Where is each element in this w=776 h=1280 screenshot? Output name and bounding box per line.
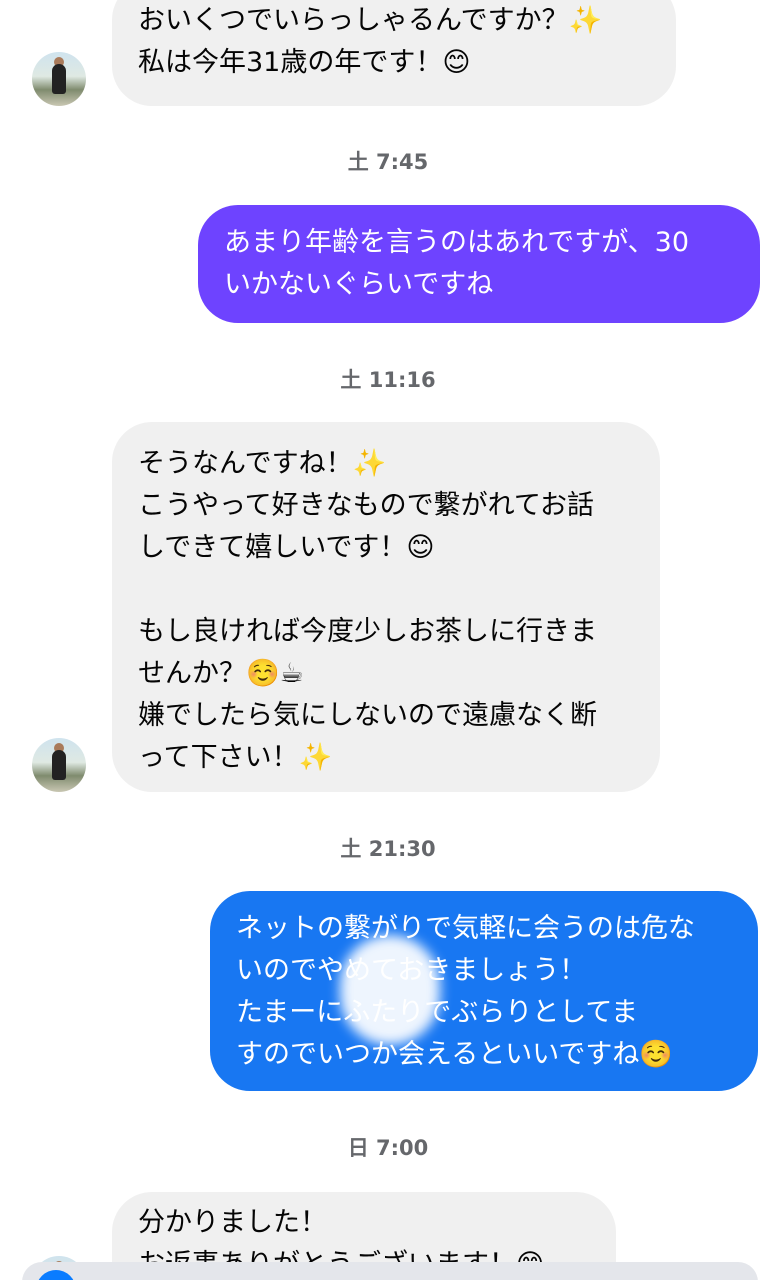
message-composer[interactable] (22, 1262, 758, 1280)
incoming-message[interactable]: そうなんですね！✨ こうやって好きなもので繋がれてお話 しできて嬉しいです！😊 … (112, 422, 660, 792)
timestamp: 土 7:45 (347, 150, 429, 174)
outgoing-message[interactable]: ネットの繋がりで気軽に会うのは危な いのでやめておきましょう！ たまーにふたりで… (210, 891, 758, 1091)
timestamp: 土 21:30 (340, 837, 436, 861)
redaction-blur (340, 935, 440, 1045)
incoming-message[interactable]: おいくつでいらっしゃるんですか？✨ 私は今年31歳の年です！😊 (112, 0, 676, 106)
timestamp: 日 7:00 (347, 1136, 429, 1160)
chat-thread: おいくつでいらっしゃるんですか？✨ 私は今年31歳の年です！😊 土 7:45 あ… (0, 0, 776, 1280)
timestamp: 土 11:16 (340, 368, 436, 392)
outgoing-message[interactable]: あまり年齢を言うのはあれですが、30 いかないぐらいですね (198, 205, 760, 323)
avatar[interactable] (32, 52, 86, 106)
avatar[interactable] (32, 738, 86, 792)
